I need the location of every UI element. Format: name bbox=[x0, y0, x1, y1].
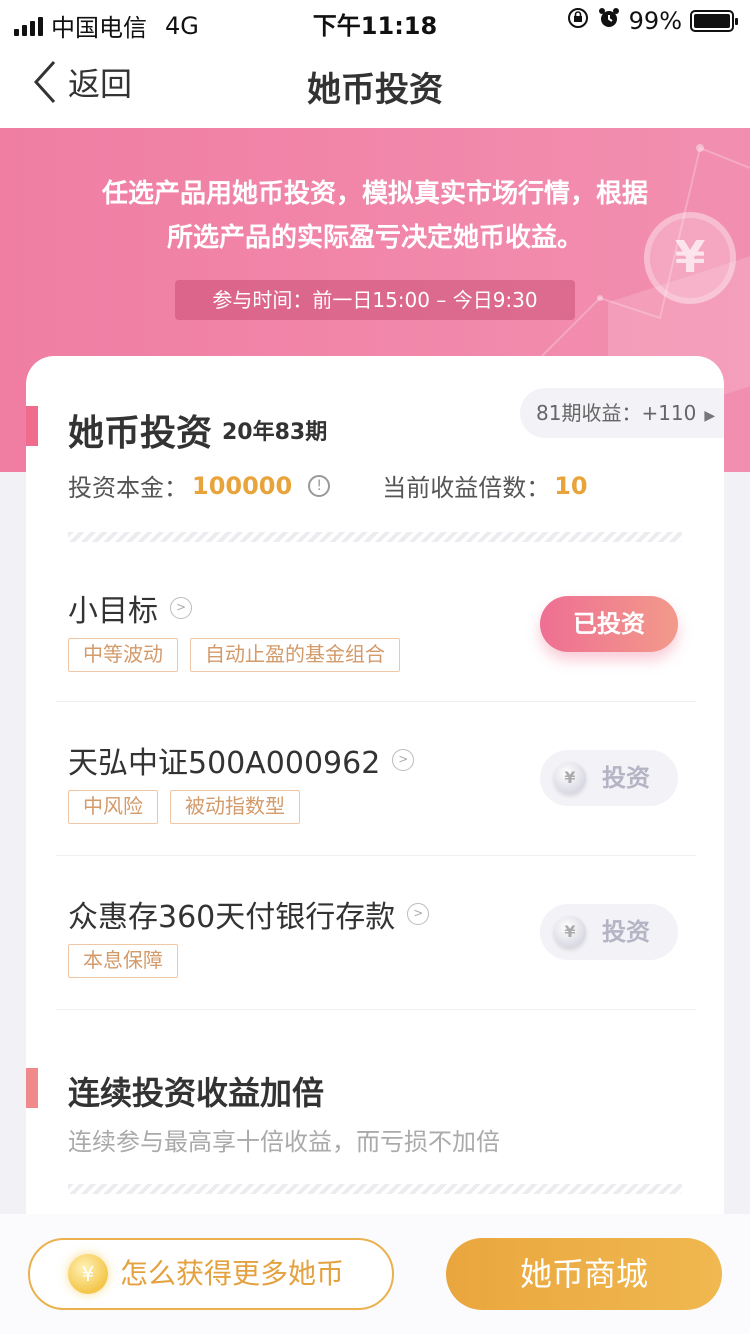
more-coins-label: 怎么获得更多她币 bbox=[120, 1257, 345, 1290]
product-tags: 中风险 被动指数型 bbox=[68, 790, 300, 824]
product-item[interactable]: 天弘中证500A000962 > 中风险 被动指数型 ¥ 投资 bbox=[56, 738, 696, 856]
bonus-subtitle: 连续参与最高享十倍收益，而亏损不加倍 bbox=[68, 1128, 500, 1156]
product-tags: 中等波动 自动止盈的基金组合 bbox=[68, 638, 400, 672]
battery-percent: 99% bbox=[628, 7, 682, 35]
product-tag: 自动止盈的基金组合 bbox=[190, 638, 400, 672]
invest-period: 20年83期 bbox=[222, 420, 328, 445]
more-coins-button[interactable]: ¥ 怎么获得更多她币 bbox=[28, 1238, 394, 1310]
status-right: 99% bbox=[567, 6, 738, 36]
product-name: 天弘中证500A000962 bbox=[68, 746, 381, 781]
nav-bar: 返回 她币投资 bbox=[0, 40, 750, 128]
triangle-right-icon: ▶ bbox=[704, 408, 716, 424]
yen-coin-icon: ¥ bbox=[554, 762, 586, 794]
previous-earnings-link[interactable]: 81期收益：+110 ▶ bbox=[520, 388, 724, 438]
principal-label: 投资本金： bbox=[68, 474, 188, 502]
product-item[interactable]: 众惠存360天付银行存款 > 本息保障 ¥ 投资 bbox=[56, 892, 696, 1010]
product-tag: 本息保障 bbox=[68, 944, 178, 978]
product-tag: 被动指数型 bbox=[170, 790, 300, 824]
previous-earnings-label: 81期收益：+110 bbox=[536, 401, 697, 425]
yen-coin-icon: ¥ bbox=[554, 916, 586, 948]
banner-description: 任选产品用她币投资，模拟真实市场行情，根据 所选产品的实际盈亏决定她币收益。 bbox=[0, 172, 750, 260]
product-name: 小目标 bbox=[68, 594, 158, 629]
product-tag: 中风险 bbox=[68, 790, 158, 824]
chevron-right-icon[interactable]: > bbox=[170, 597, 192, 619]
principal-value: 100000 bbox=[192, 471, 293, 500]
rotation-lock-icon bbox=[567, 7, 589, 35]
product-name-row: 众惠存360天付银行存款 > bbox=[68, 892, 430, 936]
invest-info-row: 投资本金： 100000 ! 当前收益倍数： 10 bbox=[68, 468, 588, 503]
info-icon[interactable]: ! bbox=[308, 474, 331, 497]
section-accent-bar bbox=[26, 406, 38, 446]
invest-button[interactable]: ¥ 投资 bbox=[540, 904, 678, 960]
product-name-row: 天弘中证500A000962 > bbox=[68, 738, 415, 782]
section-accent-bar bbox=[26, 1068, 38, 1108]
divider-hatch bbox=[68, 1184, 682, 1194]
chevron-right-icon[interactable]: > bbox=[392, 749, 415, 771]
chevron-right-icon[interactable]: > bbox=[407, 903, 430, 925]
participation-time: 参与时间：前一日15:00 – 今日9:30 bbox=[175, 280, 575, 320]
status-bar: 中国电信 4G 下午11:18 99% bbox=[0, 0, 750, 42]
invest-button-label: 投资 bbox=[602, 918, 650, 946]
multiplier-label: 当前收益倍数： bbox=[382, 474, 551, 502]
banner-line-2: 所选产品的实际盈亏决定她币收益。 bbox=[166, 223, 583, 253]
bonus-title: 连续投资收益加倍 bbox=[68, 1074, 325, 1112]
bottom-bar: ¥ 怎么获得更多她币 她币商城 bbox=[0, 1214, 750, 1334]
product-name-row: 小目标 > bbox=[68, 586, 192, 630]
divider-hatch bbox=[68, 532, 682, 542]
multiplier-value: 10 bbox=[554, 471, 588, 500]
alarm-icon bbox=[597, 6, 621, 36]
coin-shop-button[interactable]: 她币商城 bbox=[446, 1238, 722, 1310]
invest-button[interactable]: ¥ 投资 bbox=[540, 750, 678, 806]
gold-coin-icon: ¥ bbox=[68, 1254, 108, 1294]
battery-icon bbox=[690, 10, 738, 32]
banner-line-1: 任选产品用她币投资，模拟真实市场行情，根据 bbox=[101, 179, 648, 209]
invest-card: 她币投资 20年83期 81期收益：+110 ▶ 投资本金： 100000 ! 当… bbox=[26, 356, 724, 1256]
page-title: 她币投资 bbox=[307, 70, 443, 110]
invested-button[interactable]: 已投资 bbox=[540, 596, 678, 652]
invest-title: 她币投资 bbox=[68, 413, 213, 454]
product-name: 众惠存360天付银行存款 bbox=[68, 900, 396, 935]
invest-button-label: 投资 bbox=[602, 764, 650, 792]
product-tags: 本息保障 bbox=[68, 944, 178, 978]
product-item[interactable]: 小目标 > 中等波动 自动止盈的基金组合 已投资 bbox=[56, 586, 696, 702]
product-tag: 中等波动 bbox=[68, 638, 178, 672]
